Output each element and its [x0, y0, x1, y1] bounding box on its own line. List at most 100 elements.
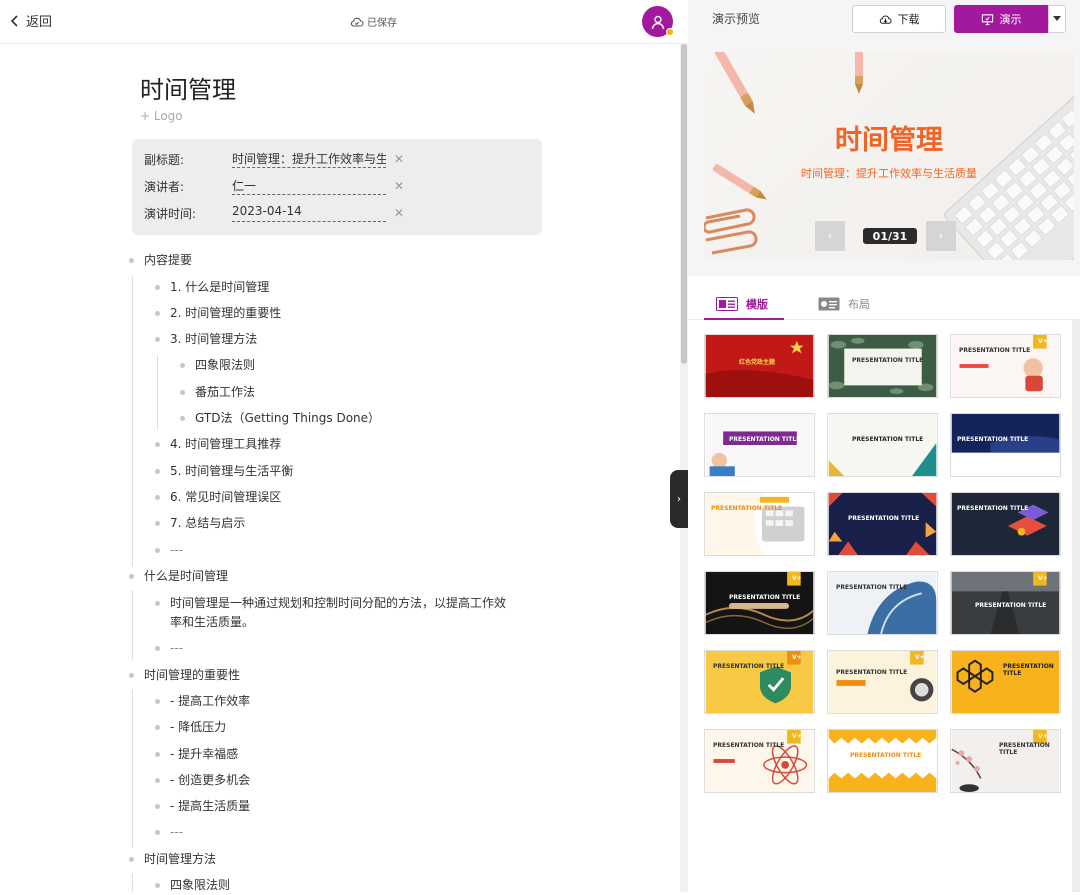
template-card-yellow-zigzag[interactable]: PRESENTATION TITLE [827, 729, 938, 793]
outline-item[interactable]: 4. 时间管理工具推荐 [155, 434, 281, 454]
template-card-cream-orange[interactable]: PRESENTATION TITLE V+ [827, 650, 938, 714]
clear-date-icon[interactable]: ✕ [394, 206, 404, 220]
panel-title: 演示预览 [712, 12, 761, 26]
template-card-black-gold[interactable]: PRESENTATION TITLE V+ [704, 571, 815, 635]
template-thumbnail [951, 651, 1060, 713]
outline-item[interactable]: 2. 时间管理的重要性 [155, 303, 281, 323]
subtitle-field[interactable]: 时间管理：提升工作效率与生 [232, 150, 386, 168]
outline-item[interactable]: 6. 常见时间管理误区 [155, 487, 281, 507]
outline-item[interactable]: 时间管理的重要性 [129, 665, 240, 685]
template-tabs: 模版 布局 [688, 276, 1080, 320]
outline-item[interactable]: --- [155, 638, 183, 658]
template-card-navy-wave[interactable]: PRESENTATION TITLE [950, 413, 1061, 477]
template-title: PRESENTATION TITLE [852, 357, 924, 364]
chevron-left-icon [10, 14, 18, 27]
outline-item-continuation[interactable]: 率和生活质量。 [170, 612, 254, 632]
template-grid: 红色党政主题 PRESENTATION TITLE PRESENTATION T… [688, 320, 1080, 892]
template-card-green-leaf[interactable]: PRESENTATION TITLE [827, 334, 938, 398]
template-grid-scrollbar[interactable] [1072, 320, 1080, 892]
present-options-button[interactable] [1048, 5, 1066, 33]
outline-item[interactable]: GTD法（Getting Things Done） [180, 408, 380, 428]
clear-subtitle-icon[interactable]: ✕ [394, 152, 404, 166]
template-thumbnail [828, 335, 937, 397]
chevron-right-icon: › [677, 493, 681, 505]
prev-slide-button[interactable]: ‹ [815, 221, 845, 251]
outline-item[interactable]: 1. 什么是时间管理 [155, 277, 269, 297]
presentation-icon [981, 13, 993, 25]
tab-layout[interactable]: 布局 [818, 296, 870, 312]
outline-item[interactable]: 5. 时间管理与生活平衡 [155, 461, 293, 481]
outline-item[interactable]: 四象限法则 [155, 875, 230, 895]
layout-icon [818, 297, 840, 311]
caret-down-icon [1053, 16, 1061, 21]
outline-item[interactable]: 7. 总结与启示 [155, 513, 245, 533]
outline-item[interactable]: 四象限法则 [180, 355, 255, 375]
template-card-wave[interactable]: PRESENTATION TITLE [827, 571, 938, 635]
outline-item[interactable]: - 提高生活质量 [155, 796, 250, 816]
template-thumbnail [951, 414, 1060, 476]
template-card-teal-geo[interactable]: PRESENTATION TITLE [827, 413, 938, 477]
outline-item[interactable]: 什么是时间管理 [129, 566, 228, 586]
template-thumbnail [705, 414, 814, 476]
template-title: PRESENTATION TITLE [850, 752, 922, 759]
back-button[interactable]: 返回 [8, 11, 52, 30]
template-title: PRESENTATION TITLE [957, 505, 1029, 512]
outline-item[interactable]: 3. 时间管理方法 [155, 329, 257, 349]
template-title: PRESENTATION TITLE [836, 669, 908, 676]
template-card-kid[interactable]: PRESENTATION TITLE V+ [950, 334, 1061, 398]
date-field[interactable]: 2023-04-14 [232, 204, 386, 222]
template-thumbnail [705, 493, 814, 555]
back-label: 返回 [26, 15, 53, 30]
next-slide-button[interactable]: › [926, 221, 956, 251]
editor-pane: 返回 已保存 时间管理 + Logo 副标题: 时间管理：提升工作效率与生 ✕ … [0, 0, 688, 892]
template-card-calculator[interactable]: PRESENTATION TITLE [704, 492, 815, 556]
collapse-panel-button[interactable]: › [670, 470, 688, 528]
premium-badge: V+ [792, 654, 802, 661]
template-icon [716, 297, 738, 311]
outline-item[interactable]: - 提高工作效率 [155, 691, 250, 711]
editor-topbar: 返回 已保存 [0, 0, 688, 44]
template-thumbnail [828, 572, 937, 634]
template-title: PRESENTATION TITLE [852, 436, 924, 443]
template-card-dark-iso[interactable]: PRESENTATION TITLE [950, 492, 1061, 556]
outline-item[interactable]: --- [155, 822, 183, 842]
outline-item[interactable]: 时间管理是一种通过规划和控制时间分配的方法，以提高工作效 [155, 593, 506, 613]
template-thumbnail [828, 730, 937, 792]
outline-guide [132, 690, 133, 848]
template-card-navy-triangles[interactable]: PRESENTATION TITLE [827, 492, 938, 556]
page-title[interactable]: 时间管理 [140, 70, 236, 105]
outline-item[interactable]: 时间管理方法 [129, 849, 216, 869]
template-card-plum[interactable]: PRESENTATION TITLE V+ [950, 729, 1061, 793]
premium-badge: V+ [792, 733, 802, 740]
template-card-red[interactable]: 红色党政主题 [704, 334, 815, 398]
add-logo-button[interactable]: + Logo [140, 109, 183, 123]
template-card-atom[interactable]: PRESENTATION TITLE V+ [704, 729, 815, 793]
date-label: 演讲时间: [144, 206, 197, 221]
slide-preview[interactable]: 时间管理 时间管理：提升工作效率与生活质量 ‹ 01/31 › [704, 52, 1074, 260]
template-card-honeycomb[interactable]: PRESENTATION TITLE [950, 650, 1061, 714]
outline-item[interactable]: - 提升幸福感 [155, 744, 238, 764]
avatar[interactable] [642, 6, 674, 37]
template-card-purple-student[interactable]: PRESENTATION TITLE [704, 413, 815, 477]
template-title: 红色党政主题 [739, 359, 776, 366]
outline-item[interactable]: - 降低压力 [155, 717, 226, 737]
present-button[interactable]: 演示 [954, 5, 1048, 33]
outline-item[interactable]: - 创造更多机会 [155, 770, 250, 790]
editor-scrollbar-thumb[interactable] [681, 44, 687, 364]
slide-subtitle: 时间管理：提升工作效率与生活质量 [801, 167, 977, 180]
template-title: PRESENTATION TITLE [713, 742, 785, 749]
outline-item[interactable]: 内容提要 [129, 250, 192, 270]
template-card-road[interactable]: PRESENTATION TITLE V+ [950, 571, 1061, 635]
outline-guide [132, 874, 133, 892]
speaker-field[interactable]: 仁一 [232, 177, 386, 195]
download-button[interactable]: 下载 [852, 5, 946, 33]
clear-speaker-icon[interactable]: ✕ [394, 179, 404, 193]
tab-templates[interactable]: 模版 [716, 296, 768, 312]
template-title: PRESENTATION TITLE [1003, 663, 1054, 677]
outline-item[interactable]: 番茄工作法 [180, 382, 255, 402]
tab-layout-label: 布局 [848, 298, 870, 311]
outline-item[interactable]: --- [155, 540, 183, 560]
present-label: 演示 [999, 13, 1022, 26]
meta-row-subtitle: 副标题: 时间管理：提升工作效率与生 ✕ [144, 149, 536, 169]
template-card-yellow-shield[interactable]: PRESENTATION TITLE V+ [704, 650, 815, 714]
